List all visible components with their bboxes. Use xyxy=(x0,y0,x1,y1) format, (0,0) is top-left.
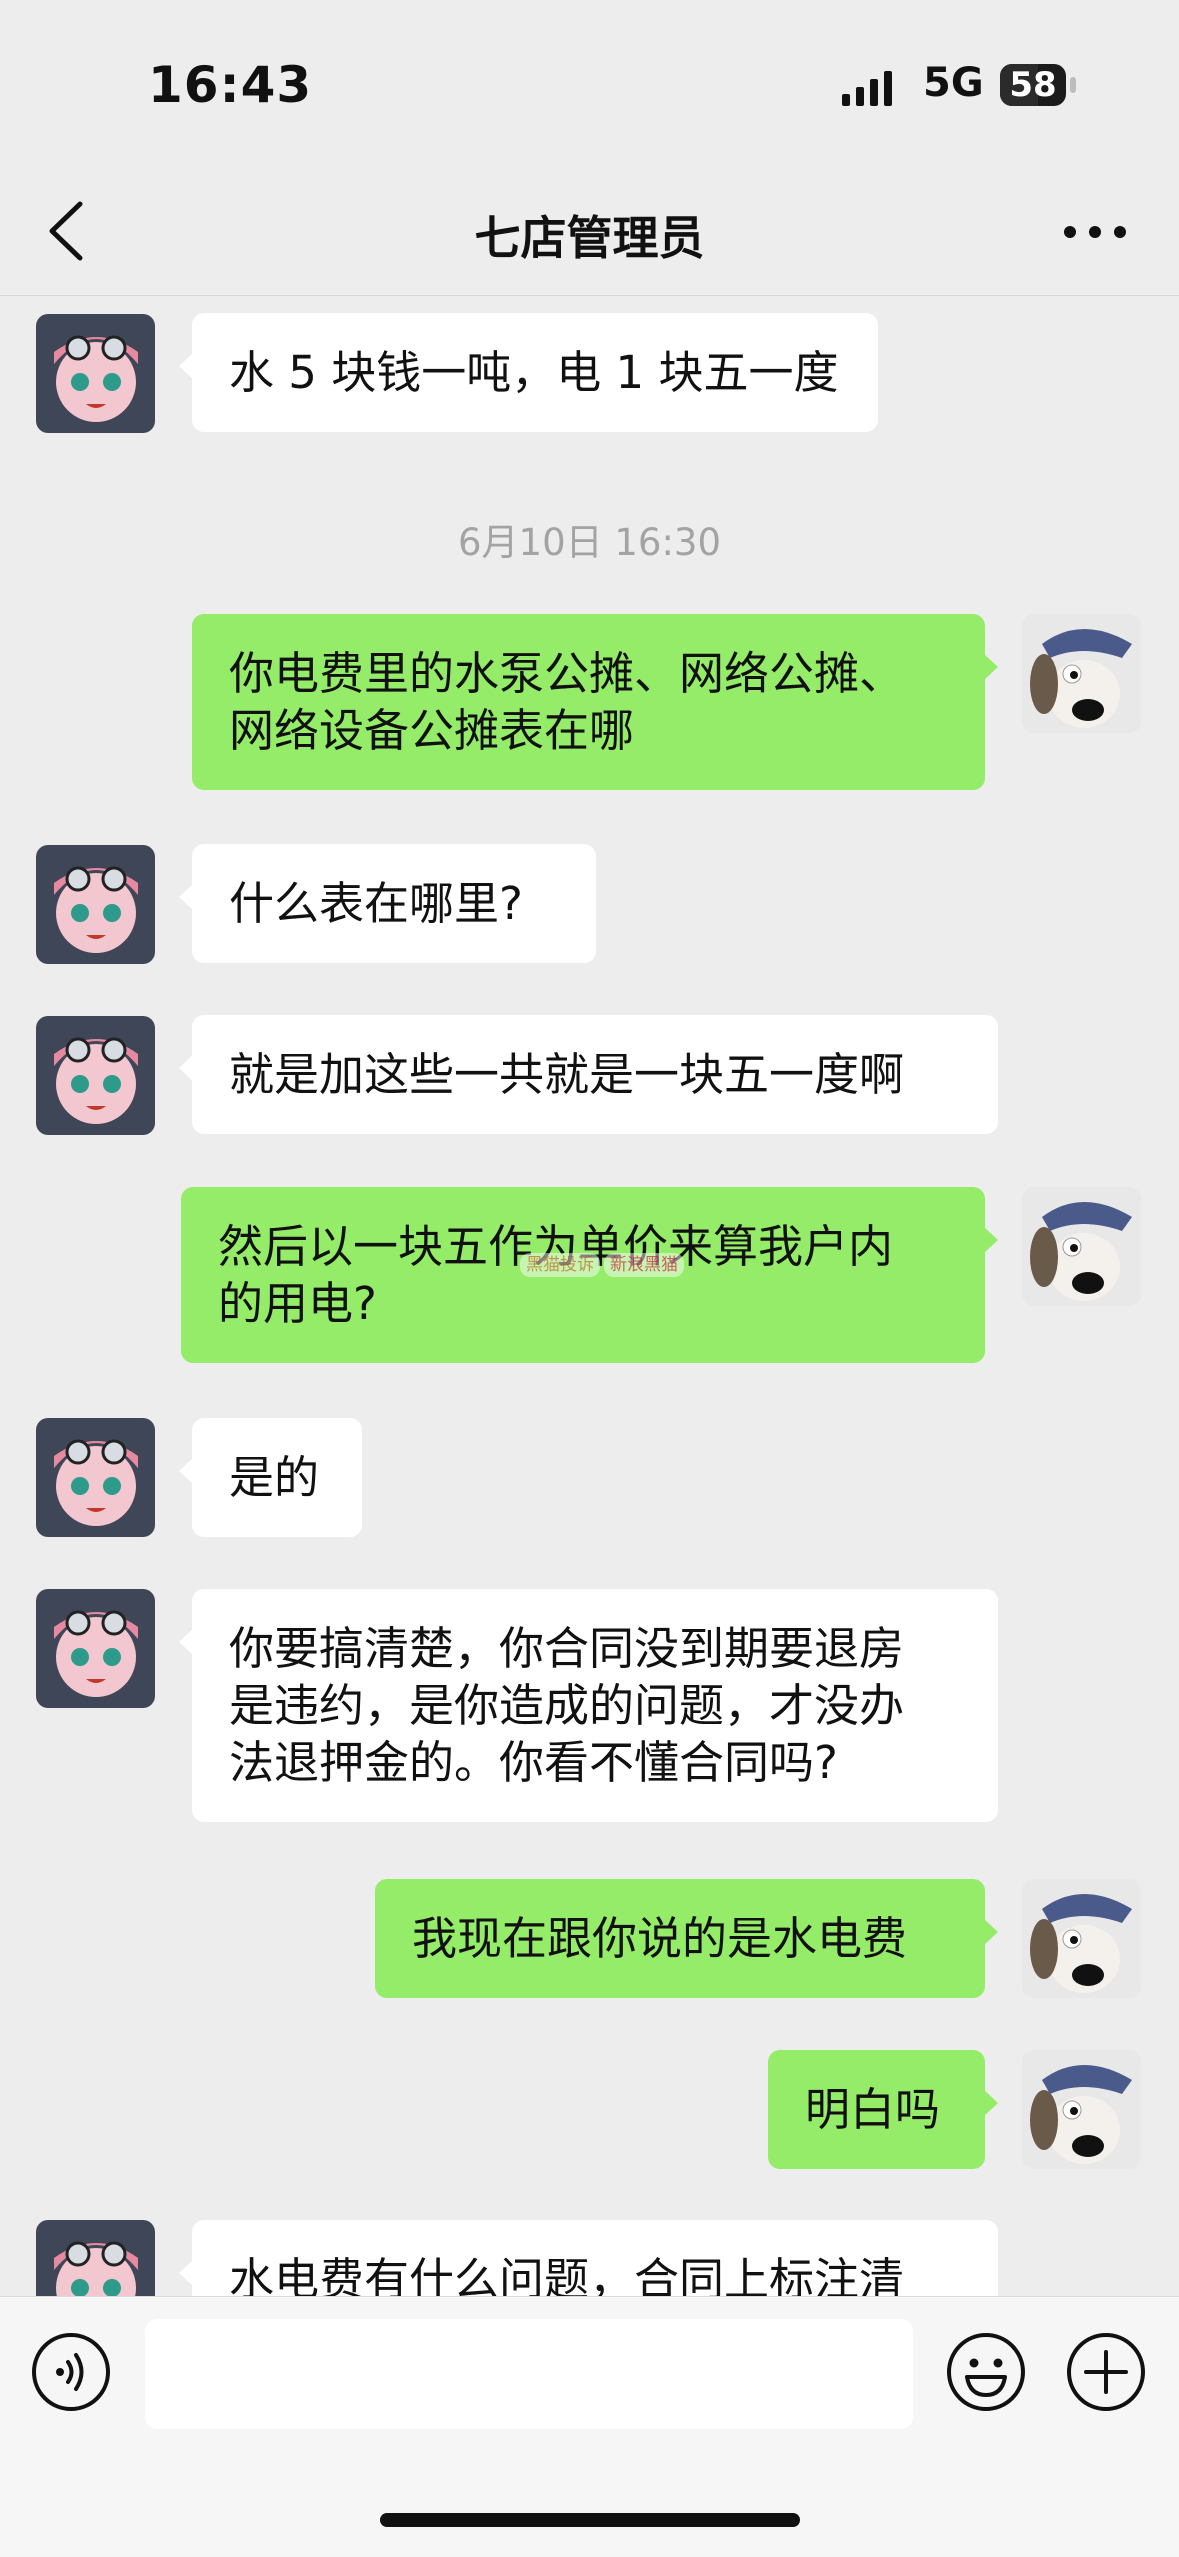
message-bubble-incoming[interactable]: 你要搞清楚，你合同没到期要退房 是违约，是你造成的问题，才没办 法退押金的。你看… xyxy=(179,1589,998,1822)
contact-avatar[interactable] xyxy=(36,1418,155,1537)
watermark: 黑猫投诉 新浪黑猫 xyxy=(520,1250,688,1277)
message-bubble-incoming[interactable]: 水 5 块钱一吨，电 1 块五一度 xyxy=(179,313,878,432)
message-text-line: 法退押金的。你看不懂合同吗? xyxy=(229,1736,838,1789)
my-avatar[interactable] xyxy=(1022,614,1141,733)
message-bubble-incoming[interactable]: 水电费有什么问题，合同上标注清 xyxy=(179,2220,998,2296)
watermark-brand: 新浪黑猫 xyxy=(604,1253,684,1277)
message-text: 就是加这些一共就是一块五一度啊 xyxy=(229,1048,905,1101)
chat-title: 七店管理员 xyxy=(474,211,705,265)
message-input[interactable] xyxy=(145,2319,913,2429)
message-text: 明白吗 xyxy=(805,2083,941,2136)
timestamp: 6月10日 16:30 xyxy=(457,521,721,564)
message-text-line: 的用电? xyxy=(218,1277,377,1330)
message-text: 水 5 块钱一吨，电 1 块五一度 xyxy=(229,346,839,399)
status-bar: 16:43 5G 58 xyxy=(0,0,1179,170)
chat-area[interactable]: 6月10日 16:30 水 5 块钱一吨，电 1 块五一度 你电费里的水泵公摊、… xyxy=(0,296,1179,2296)
emoji-icon[interactable] xyxy=(945,2331,1027,2413)
message-text-line: 你要搞清楚，你合同没到期要退房 xyxy=(229,1622,905,1675)
message-text-line: 是违约，是你造成的问题，才没办 xyxy=(229,1679,905,1732)
my-avatar[interactable] xyxy=(1022,1879,1141,1998)
home-indicator[interactable] xyxy=(380,2513,800,2527)
contact-avatar[interactable] xyxy=(36,845,155,964)
message-bubble-incoming[interactable]: 什么表在哪里? xyxy=(179,844,596,963)
my-avatar[interactable] xyxy=(1022,1187,1141,1306)
status-time: 16:43 xyxy=(148,56,313,114)
voice-icon[interactable] xyxy=(30,2331,112,2413)
message-text-line: 你电费里的水泵公摊、网络公摊、 xyxy=(229,647,905,700)
contact-avatar[interactable] xyxy=(36,314,155,433)
message-text: 是的 xyxy=(229,1451,320,1504)
chat-header: 七店管理员 xyxy=(0,170,1179,296)
message-text: 我现在跟你说的是水电费 xyxy=(412,1912,908,1965)
battery-icon: 58 xyxy=(1000,64,1066,106)
my-avatar[interactable] xyxy=(1022,2050,1141,2169)
network-type: 5G xyxy=(923,60,984,106)
message-text: 什么表在哪里? xyxy=(229,877,523,930)
message-bubble-incoming[interactable]: 是的 xyxy=(179,1418,362,1537)
input-bar xyxy=(0,2296,1179,2557)
message-bubble-incoming[interactable]: 就是加这些一共就是一块五一度啊 xyxy=(179,1015,998,1134)
cellular-signal-icon xyxy=(842,71,892,106)
message-bubble-outgoing[interactable]: 你电费里的水泵公摊、网络公摊、 网络设备公摊表在哪 xyxy=(192,614,998,790)
contact-avatar[interactable] xyxy=(36,1016,155,1135)
battery-cap xyxy=(1070,77,1076,93)
more-dots-icon[interactable] xyxy=(1060,220,1130,244)
contact-avatar[interactable] xyxy=(36,2220,155,2296)
message-text-line: 网络设备公摊表在哪 xyxy=(229,704,635,757)
watermark-site: 黑猫投诉 xyxy=(520,1253,600,1277)
plus-icon[interactable] xyxy=(1065,2331,1147,2413)
message-text: 水电费有什么问题，合同上标注清 xyxy=(229,2253,905,2296)
message-bubble-outgoing[interactable]: 我现在跟你说的是水电费 xyxy=(375,1879,998,1998)
battery-level: 58 xyxy=(1009,65,1057,105)
contact-avatar[interactable] xyxy=(36,1589,155,1708)
message-bubble-outgoing[interactable]: 明白吗 xyxy=(768,2050,998,2169)
